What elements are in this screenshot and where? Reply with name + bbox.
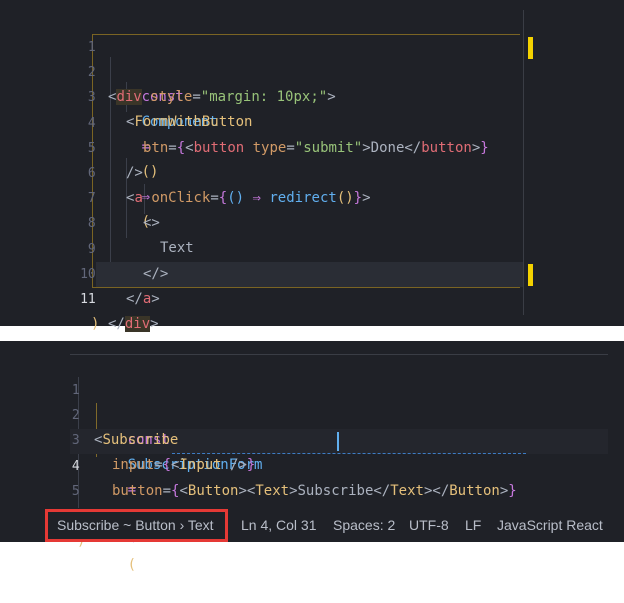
code-line[interactable]: 6 )	[0, 479, 624, 549]
bottom-editor-pane[interactable]: 1 const SubscriptionForm = () ⇒ ( 2 <Sub…	[0, 341, 624, 573]
eol-status[interactable]: LF	[465, 508, 481, 542]
code-line[interactable]: 10 </a>	[0, 237, 624, 307]
code-line[interactable]: 6 <a onClick={() ⇒ redirect()}>	[0, 136, 624, 206]
breadcrumb-highlight-box	[45, 509, 228, 542]
token: (	[127, 557, 137, 573]
code-line[interactable]: 2 <Subscribe	[0, 378, 624, 448]
change-marker	[528, 37, 533, 59]
change-marker	[528, 264, 533, 286]
language-mode-status[interactable]: JavaScript React	[497, 508, 603, 542]
token: >	[150, 316, 159, 332]
code-line[interactable]: 4 button={<Button><Text>Subscribe</Text>…	[0, 429, 624, 499]
cursor-position-status[interactable]: Ln 4, Col 31	[241, 508, 317, 542]
code-line[interactable]: 9 </>	[0, 212, 624, 282]
code-line[interactable]: 5 />	[0, 454, 624, 524]
text-cursor	[337, 432, 339, 451]
code-line[interactable]: 1 const SubscriptionForm = () ⇒ (	[0, 353, 624, 573]
code-line[interactable]: 3 <FormWithButton	[0, 60, 624, 130]
indentation-status[interactable]: Spaces: 2	[333, 508, 395, 542]
encoding-status[interactable]: UTF-8	[409, 508, 449, 542]
code-line[interactable]: 1 const Component = () ⇒ (	[0, 10, 624, 230]
code-line[interactable]: 3 input={<Input />}	[0, 403, 624, 473]
code-line[interactable]: 4 btn={<button type="submit">Done</butto…	[0, 86, 624, 156]
token: </	[108, 316, 125, 332]
code-line[interactable]: 5 />	[0, 111, 624, 181]
token: div	[124, 316, 151, 332]
code-line[interactable]: )	[0, 287, 624, 332]
code-line[interactable]: 7 <>	[0, 161, 624, 231]
code-line[interactable]: 8 Text	[0, 186, 624, 256]
token: )	[91, 316, 100, 332]
top-editor-pane[interactable]: 1 const Component = () ⇒ ( 2 <div style=…	[0, 0, 624, 332]
